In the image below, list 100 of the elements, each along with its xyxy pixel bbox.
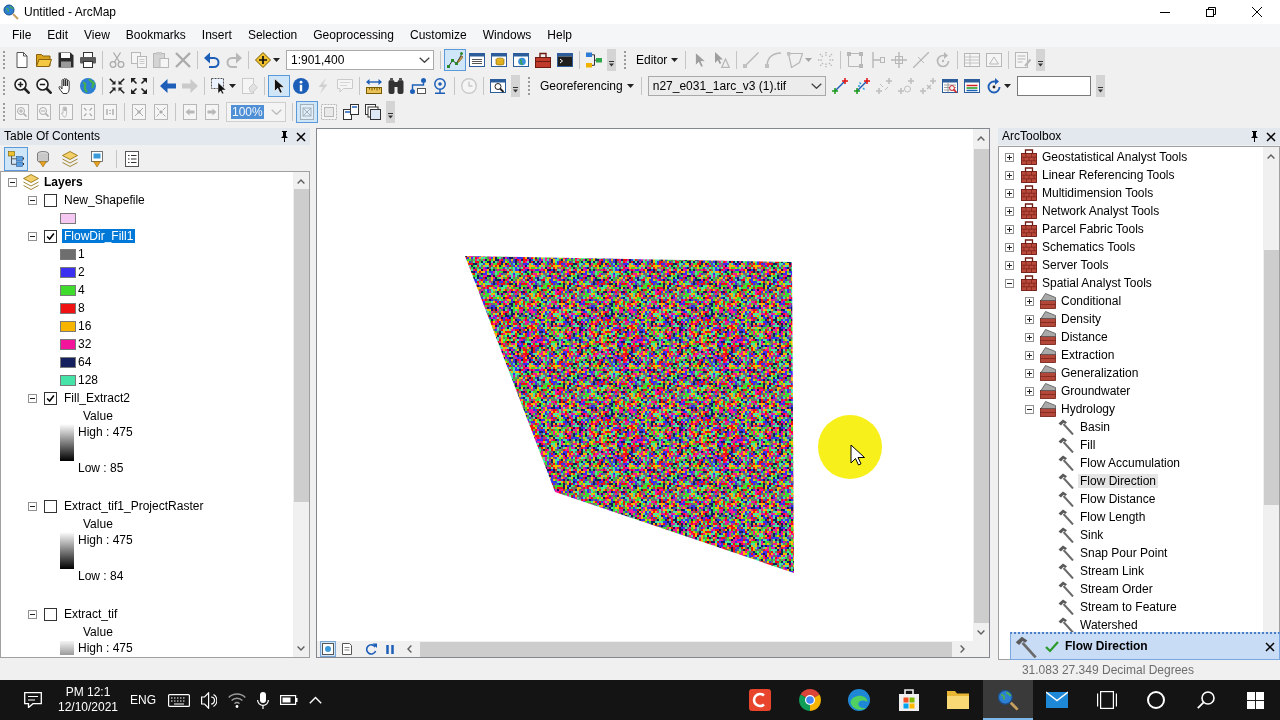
globe-icon[interactable] <box>80 78 96 94</box>
view-tab[interactable] <box>320 641 336 657</box>
tool-item[interactable]: Flow Direction <box>1078 473 1159 489</box>
wifi-icon[interactable] <box>228 692 246 708</box>
toolbox-item[interactable]: Server Tools <box>1040 257 1111 273</box>
toolbar-overflow-icon[interactable] <box>1036 49 1046 71</box>
expander-icon[interactable] <box>28 609 37 619</box>
selection-arrow-icon[interactable] <box>211 78 227 94</box>
new-document-icon[interactable] <box>14 52 30 68</box>
pin-icon[interactable] <box>280 131 289 142</box>
menu-item[interactable]: Selection <box>239 26 306 45</box>
sparkle-line-icon[interactable] <box>853 78 870 94</box>
tool-item[interactable]: Stream Order <box>1078 581 1155 597</box>
caret-icon[interactable] <box>273 58 280 62</box>
menu-item[interactable]: Windows <box>474 26 540 45</box>
chevron-left-icon[interactable] <box>407 645 412 653</box>
tool-item[interactable]: Snap Pour Point <box>1078 545 1170 561</box>
printer-icon[interactable] <box>80 52 96 68</box>
toolbox-item[interactable]: Linear Referencing Tools <box>1040 167 1177 183</box>
options-list-icon[interactable] <box>124 151 140 167</box>
pin-icon[interactable] <box>1250 131 1259 142</box>
tool-item[interactable]: Flow Accumulation <box>1078 455 1183 471</box>
chevron-down-icon[interactable] <box>977 630 985 635</box>
menu-item[interactable]: Customize <box>401 26 475 45</box>
layer-name[interactable]: Extract_tif1_ProjectRaster <box>62 498 206 514</box>
visibility-checkbox[interactable] <box>44 607 57 621</box>
tool-item[interactable]: Stream to Feature <box>1078 599 1179 615</box>
zoom-out-icon[interactable] <box>36 78 52 94</box>
magnifier-window-icon[interactable] <box>490 78 506 94</box>
layer-name[interactable]: New_Shapefile <box>62 192 147 208</box>
toolset-item[interactable]: Distance <box>1059 329 1110 345</box>
minimize-icon[interactable] <box>1160 11 1170 13</box>
expander-icon[interactable] <box>28 231 37 241</box>
close-icon[interactable] <box>1252 7 1262 17</box>
layer-group-label[interactable]: Layers <box>42 174 85 190</box>
notification-icon[interactable] <box>24 692 42 708</box>
undo-icon[interactable] <box>204 52 220 68</box>
expander-icon[interactable] <box>8 177 17 187</box>
toolbar-menu[interactable]: Editor <box>632 51 683 69</box>
visibility-checkbox[interactable] <box>44 499 57 513</box>
database-window-icon[interactable] <box>491 52 507 68</box>
language-indicator[interactable]: ENG <box>130 692 156 708</box>
toc-view-tab[interactable] <box>4 147 28 171</box>
zoom-in-icon[interactable] <box>14 78 30 94</box>
toolbar-overflow-icon[interactable] <box>386 101 395 123</box>
chevron-right-icon[interactable] <box>960 645 965 653</box>
toolset-item[interactable]: Groundwater <box>1059 383 1133 399</box>
expander-icon[interactable] <box>28 195 37 205</box>
visibility-checkbox[interactable] <box>44 391 57 405</box>
dropdown-field[interactable]: n27_e031_1arc_v3 (1).tif <box>647 76 826 96</box>
arrows-outward-icon[interactable] <box>131 78 147 94</box>
visibility-checkbox[interactable] <box>44 193 57 207</box>
expander-icon[interactable] <box>28 501 37 511</box>
toolbox-item[interactable]: Spatial Analyst Tools <box>1040 275 1154 291</box>
back-arrow-icon[interactable] <box>160 78 176 94</box>
menu-item[interactable]: Insert <box>193 26 240 45</box>
tool-item[interactable]: Sink <box>1078 527 1106 543</box>
toolbox-icon[interactable] <box>535 52 551 68</box>
battery-icon[interactable] <box>280 695 298 705</box>
tool-item[interactable]: Fill <box>1078 437 1098 453</box>
magnifier-table-icon[interactable] <box>941 78 958 94</box>
toolbox-item[interactable]: Network Analyst Tools <box>1040 203 1162 219</box>
tool-item[interactable]: Stream Link <box>1078 563 1147 579</box>
expander-icon[interactable] <box>1005 278 1014 288</box>
list-window-icon[interactable] <box>469 52 485 68</box>
binoculars-icon[interactable] <box>388 78 404 94</box>
tool-item[interactable]: Flow Length <box>1078 509 1148 525</box>
clock-time[interactable]: PM 12:1 <box>65 685 111 700</box>
target-icon[interactable] <box>432 78 448 94</box>
toolset-item[interactable]: Generalization <box>1059 365 1141 381</box>
scrollbar-thumb[interactable] <box>293 189 309 502</box>
close-icon[interactable] <box>296 131 306 142</box>
tool-item[interactable]: Watershed <box>1078 617 1140 633</box>
expander-icon[interactable] <box>1005 260 1014 270</box>
pause-icon[interactable] <box>386 644 394 654</box>
flowchart-icon[interactable] <box>586 52 602 68</box>
refresh-icon[interactable] <box>365 643 377 655</box>
toolbox-item[interactable]: Schematics Tools <box>1040 239 1138 255</box>
command-window-icon[interactable] <box>557 52 573 68</box>
clock-date[interactable]: 12/10/2021 <box>57 700 119 715</box>
caret-icon[interactable] <box>1003 84 1011 88</box>
expander-icon[interactable] <box>1025 368 1034 378</box>
expander-icon[interactable] <box>1025 386 1034 396</box>
toolset-item[interactable]: Extraction <box>1059 347 1117 363</box>
vertical-scrollbar[interactable] <box>293 172 309 657</box>
speaker-icon[interactable] <box>201 691 217 709</box>
tool-item[interactable]: Basin <box>1078 419 1113 435</box>
expander-icon[interactable] <box>1025 350 1034 360</box>
chevron-down-icon[interactable] <box>297 646 305 651</box>
toolbar-overflow-icon[interactable] <box>511 75 520 97</box>
toolset-item[interactable]: Conditional <box>1059 293 1124 309</box>
save-icon[interactable] <box>58 52 74 68</box>
expander-icon[interactable] <box>1025 332 1034 342</box>
toolbar-overflow-icon[interactable] <box>1095 75 1105 97</box>
toolbar-overflow-icon[interactable] <box>607 49 616 71</box>
plus-line-icon[interactable] <box>831 78 848 94</box>
menu-item[interactable]: View <box>76 26 118 45</box>
expander-icon[interactable] <box>1005 206 1014 216</box>
close-icon[interactable] <box>1265 641 1275 652</box>
menu-item[interactable]: Bookmarks <box>117 26 194 45</box>
